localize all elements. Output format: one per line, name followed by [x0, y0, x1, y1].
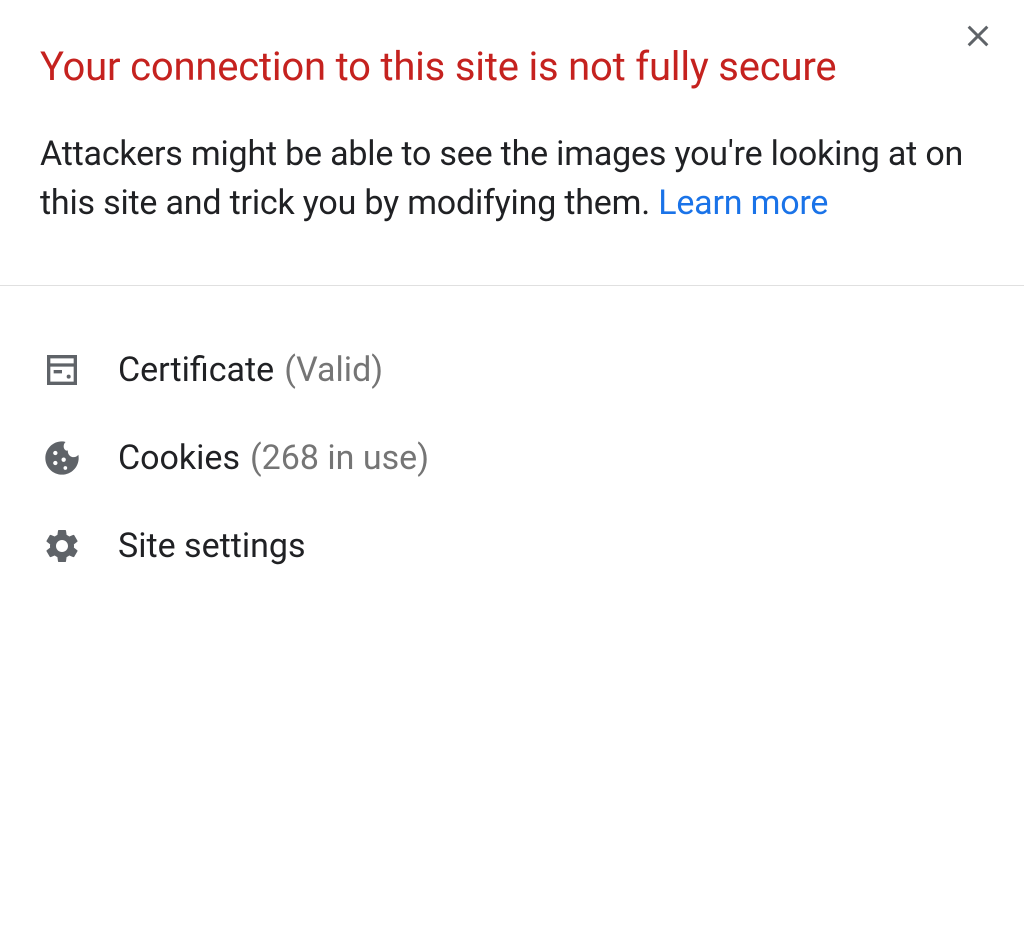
- cookies-item[interactable]: Cookies (268 in use): [40, 414, 984, 502]
- learn-more-link[interactable]: Learn more: [658, 183, 828, 223]
- close-button[interactable]: [962, 20, 994, 56]
- cookies-status: (268 in use): [250, 438, 429, 478]
- site-settings-label: Site settings: [118, 526, 306, 566]
- certificate-icon: [40, 348, 84, 392]
- certificate-label: Certificate: [118, 350, 274, 390]
- cookies-label: Cookies: [118, 438, 240, 478]
- close-icon: [962, 37, 994, 56]
- certificate-item[interactable]: Certificate (Valid): [40, 326, 984, 414]
- site-settings-item[interactable]: Site settings: [40, 502, 984, 590]
- site-info-popup: Your connection to this site is not full…: [0, 0, 1024, 630]
- menu-list: Certificate (Valid) Cookies (268 in use): [40, 286, 984, 590]
- gear-icon: [40, 524, 84, 568]
- warning-title: Your connection to this site is not full…: [40, 40, 984, 94]
- warning-description: Attackers might be able to see the image…: [40, 130, 984, 229]
- certificate-status: (Valid): [284, 350, 383, 390]
- cookie-icon: [40, 436, 84, 480]
